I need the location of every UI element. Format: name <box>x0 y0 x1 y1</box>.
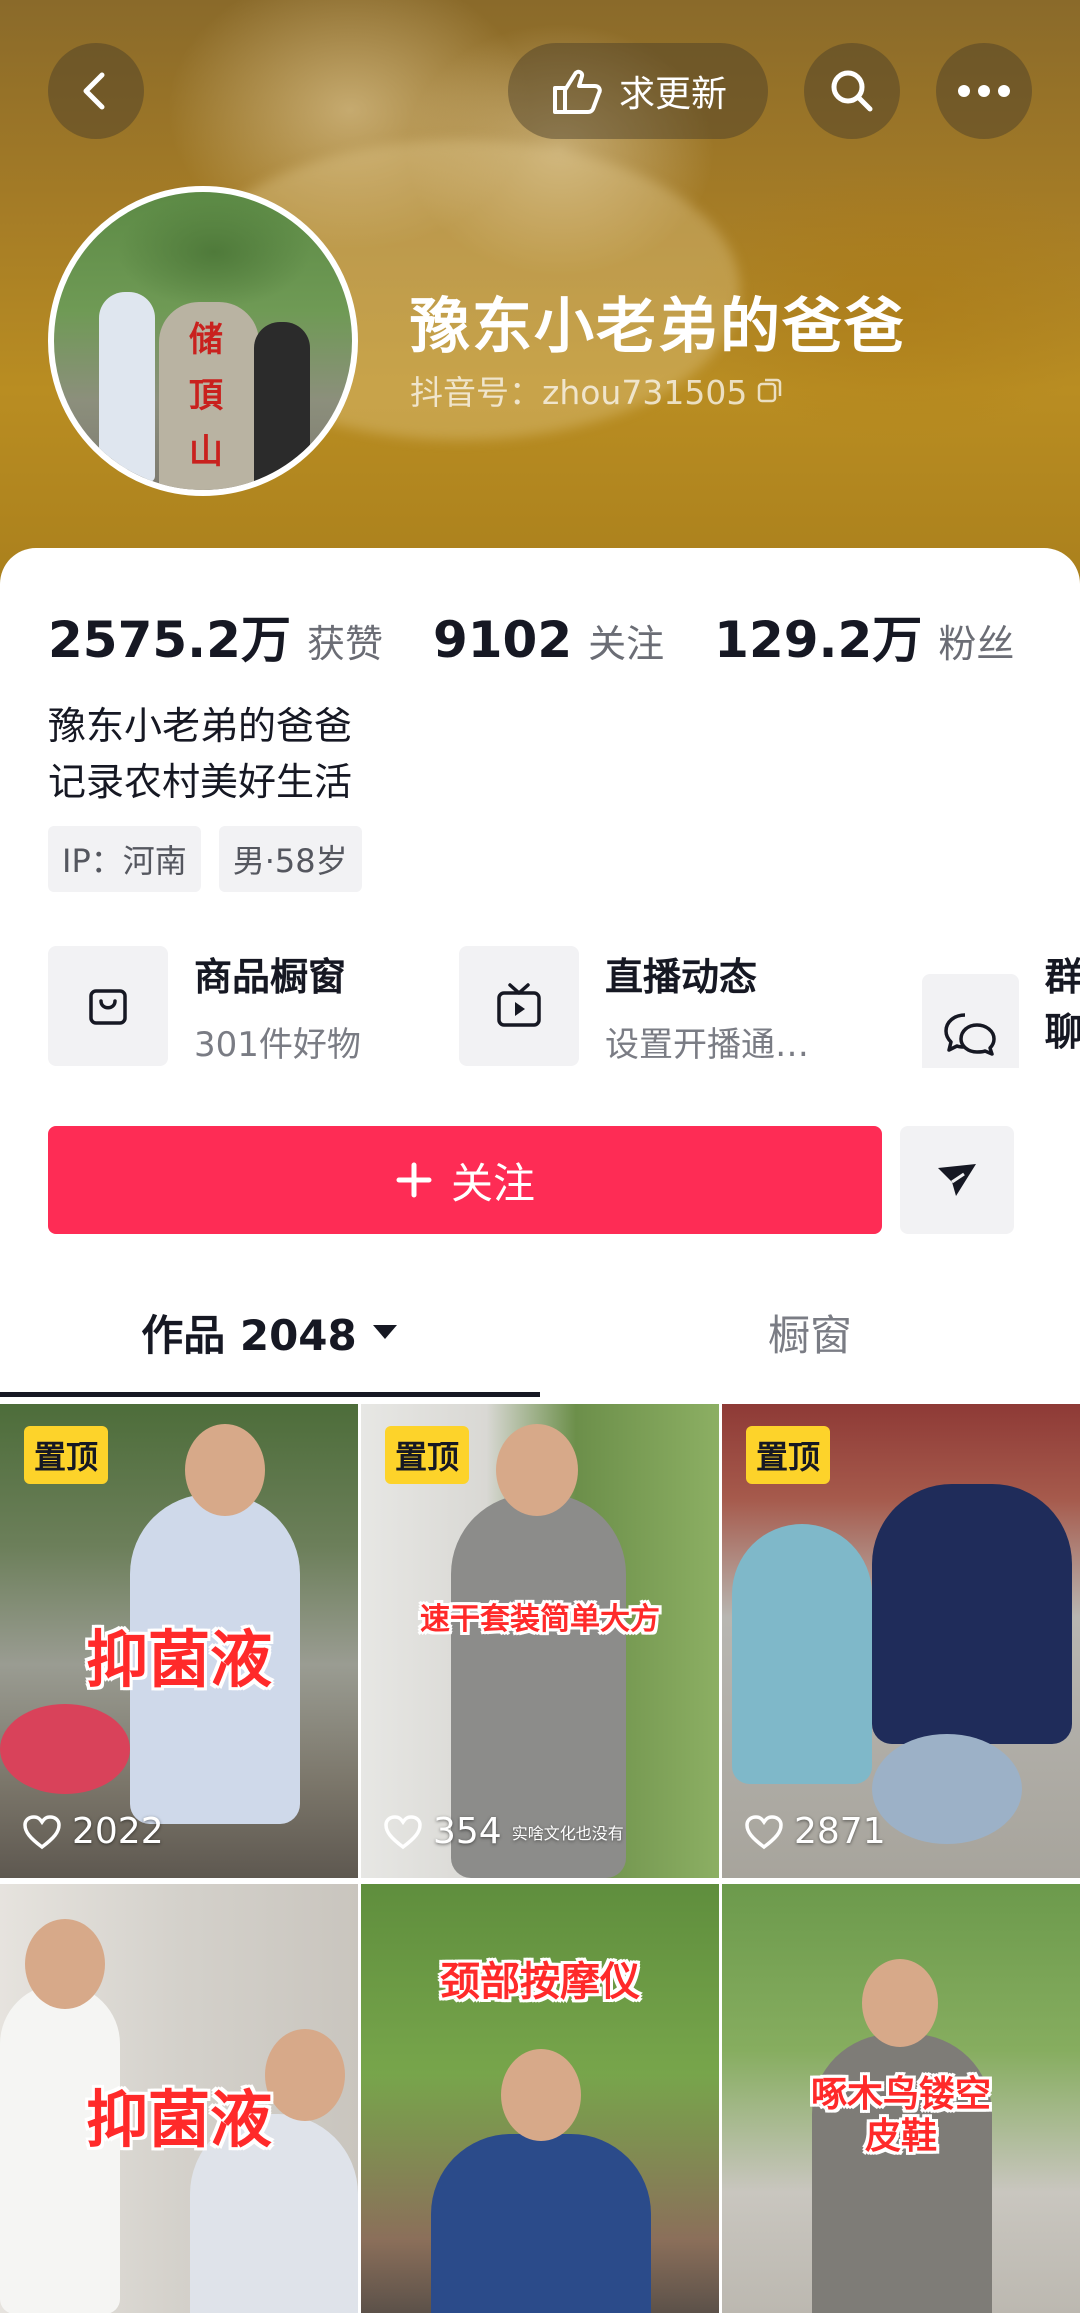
request-update-button[interactable]: 求更新 <box>508 43 768 139</box>
avatar-person <box>254 322 310 490</box>
search-icon <box>831 70 873 112</box>
heart-icon <box>745 1814 783 1849</box>
thumbnail-head <box>25 1919 105 2009</box>
chevron-left-icon <box>83 72 105 110</box>
video-tile[interactable]: 啄木鸟镂空 皮鞋 810 <box>722 1884 1080 2313</box>
service-shop-window[interactable]: 商品橱窗 301件好物 <box>48 946 361 1066</box>
active-tab-indicator <box>0 1392 540 1397</box>
video-tile[interactable]: 颈部按摩仪 1057 <box>361 1884 719 2313</box>
follow-button[interactable]: 关注 <box>48 1126 882 1234</box>
thumbnail-person <box>872 1484 1072 1744</box>
stat-following[interactable]: 9102 关注 <box>433 611 664 669</box>
pinned-badge: 置顶 <box>746 1426 831 1484</box>
tab-shop-window[interactable]: 橱窗 <box>540 1270 1080 1394</box>
pointing-hand-icon <box>552 69 602 114</box>
copy-icon[interactable] <box>755 375 785 405</box>
thumbnail-person <box>732 1524 872 1784</box>
stat-likes[interactable]: 2575.2万 获赞 <box>48 600 383 672</box>
stat-value: 9102 <box>432 611 573 669</box>
douyin-id[interactable]: 抖音号：zhou731505 <box>410 366 785 414</box>
video-subtitle: 实啥文化也没有 <box>511 1823 624 1843</box>
services-row: 商品橱窗 301件好物 直播动态 设置开播通… 群聊 <box>48 946 1080 1068</box>
like-count: 2022 <box>22 1811 164 1852</box>
profile-banner: 求更新 储 頂 山 豫东小老弟的爸爸 抖音号：zhou731505 <box>0 0 1080 600</box>
tab-works[interactable]: 作品 2048 <box>0 1270 540 1394</box>
stat-value: 2575.2万 <box>48 611 291 669</box>
more-dots-icon <box>958 85 1010 97</box>
video-tile[interactable]: 置顶 速干套装简单大方 354 实啥文化也没有 <box>361 1404 719 1878</box>
profile-tags: IP：河南 男·58岁 <box>48 826 362 892</box>
pinned-badge: 置顶 <box>24 1426 109 1484</box>
content-tabs: 作品 2048 橱窗 <box>0 1270 1080 1394</box>
follow-label: 关注 <box>450 1158 535 1208</box>
stat-label: 粉丝 <box>938 622 1015 666</box>
stat-label: 获赞 <box>306 622 383 666</box>
douyin-id-text: 抖音号：zhou731505 <box>410 373 748 412</box>
service-group-chat[interactable]: 群聊 豫 <box>922 946 1080 1068</box>
heart-icon <box>384 1814 422 1849</box>
thumbnail-head <box>501 2049 581 2141</box>
more-button[interactable] <box>936 43 1032 139</box>
service-title: 商品橱窗 <box>194 955 347 999</box>
bio-line: 豫东小老弟的爸爸 <box>48 704 353 748</box>
message-button[interactable] <box>900 1126 1014 1234</box>
thumbnail-head <box>862 1959 938 2047</box>
video-tile[interactable]: 置顶 抑菌液 2022 <box>0 1404 358 1878</box>
ip-tag: IP：河南 <box>48 826 201 892</box>
like-count-value: 2871 <box>794 1811 886 1852</box>
request-update-label: 求更新 <box>618 74 727 115</box>
video-grid: 置顶 抑菌液 2022 置顶 速干套装简单大方 354 实啥文化也没有 置顶 2… <box>0 1404 1080 2313</box>
bag-icon <box>48 946 168 1066</box>
gender-age-tag: 男·58岁 <box>218 826 362 892</box>
thumbnail-head <box>496 1424 578 1516</box>
service-title: 直播动态 <box>605 955 758 999</box>
stat-followers[interactable]: 129.2万 粉丝 <box>714 600 1014 672</box>
tab-works-label: 作品 2048 <box>141 1310 357 1360</box>
back-button[interactable] <box>48 43 144 139</box>
chat-icon <box>922 973 1019 1068</box>
search-button[interactable] <box>804 43 900 139</box>
caret-down-icon[interactable] <box>371 1322 399 1342</box>
heart-icon <box>23 1814 61 1849</box>
thumbnail-shoe-cover <box>872 1734 1022 1844</box>
tv-icon <box>459 946 579 1066</box>
bio: 豫东小老弟的爸爸 记录农村美好生活 <box>48 698 352 810</box>
service-live[interactable]: 直播动态 设置开播通… <box>459 946 809 1066</box>
like-count-value: 2022 <box>72 1811 164 1852</box>
bio-line: 记录农村美好生活 <box>48 760 353 804</box>
profile-name: 豫东小老弟的爸爸 <box>410 292 906 362</box>
service-title: 群聊 <box>1044 955 1080 1054</box>
avatar-rock-engraving: 储 頂 山 <box>189 320 223 472</box>
avatar[interactable]: 储 頂 山 <box>48 186 358 496</box>
like-count: 2871 <box>744 1811 886 1852</box>
thumbnail-basin <box>0 1704 130 1794</box>
tab-shop-label: 橱窗 <box>767 1310 852 1360</box>
service-subtitle: 301件好物 <box>194 1025 361 1065</box>
video-caption: 抑菌液 <box>85 2083 272 2156</box>
video-caption: 啄木鸟镂空 皮鞋 <box>810 2074 991 2157</box>
stat-label: 关注 <box>588 622 665 666</box>
avatar-person <box>99 292 155 482</box>
service-subtitle: 设置开播通… <box>605 1025 809 1065</box>
video-caption: 抑菌液 <box>85 1623 272 1696</box>
pinned-badge: 置顶 <box>385 1426 470 1484</box>
video-tile[interactable]: 置顶 2871 <box>722 1404 1080 1878</box>
video-tile[interactable]: 抑菌液 1507 <box>0 1884 358 2313</box>
thumbnail-head <box>185 1424 265 1516</box>
thumbnail-person <box>431 2134 651 2313</box>
video-caption: 速干套装简单大方 <box>420 1602 660 1637</box>
stats-row: 2575.2万 获赞 9102 关注 129.2万 粉丝 <box>48 600 1064 672</box>
video-caption: 颈部按摩仪 <box>440 1959 640 2005</box>
stat-value: 129.2万 <box>714 611 923 669</box>
send-icon <box>938 1164 976 1196</box>
plus-icon <box>396 1162 432 1198</box>
like-count: 354 实啥文化也没有 <box>383 1811 624 1852</box>
like-count-value: 354 <box>433 1811 502 1852</box>
